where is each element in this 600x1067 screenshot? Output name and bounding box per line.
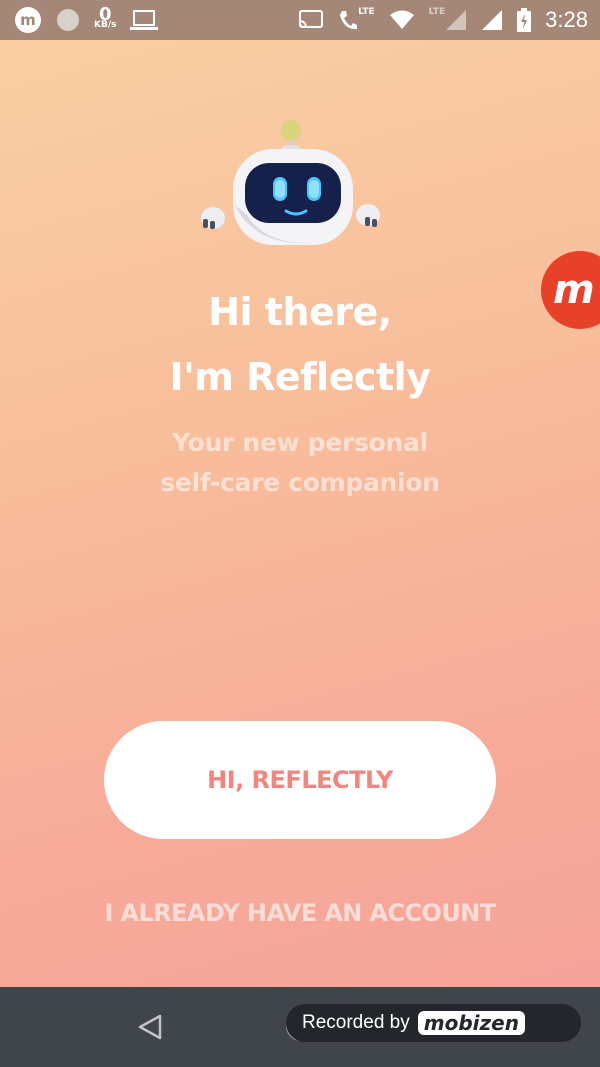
cast-icon (298, 9, 324, 31)
notification-dot-icon (56, 8, 80, 32)
network-speed-unit: KB/s (94, 20, 117, 30)
existing-account-link[interactable]: I ALREADY HAVE AN ACCOUNT (0, 899, 600, 927)
status-right: LTE LTE 3:28 (298, 7, 588, 33)
mobizen-floating-glyph: m (553, 267, 595, 313)
mobizen-logo: mobizen (417, 1011, 525, 1035)
battery-charging-icon (517, 8, 532, 32)
wifi-icon (389, 10, 415, 30)
call-lte-icon: LTE (338, 7, 375, 31)
svg-text:m: m (20, 11, 36, 29)
lte-label-2: LTE (428, 7, 446, 17)
recorded-by-badge: Recorded by mobizen (286, 1004, 581, 1042)
hero-subtitle-line2: self-care companion (160, 468, 440, 497)
network-speed-value: 0 (98, 4, 112, 25)
recorded-by-label: Recorded by (302, 1012, 410, 1033)
status-left: m 0 KB/s (14, 4, 159, 34)
status-bar: m 0 KB/s LTE LTE 3:28 (0, 0, 600, 40)
clock: 3:28 (545, 7, 588, 32)
hero-subtitle-line1: Your new personal (172, 428, 428, 457)
signal-lte-icon: LTE (428, 7, 468, 31)
hero-title-line1: Hi there, (208, 290, 392, 334)
lte-label-1: LTE (358, 7, 375, 17)
hi-reflectly-button[interactable]: HI, REFLECTLY (104, 721, 496, 839)
laptop-icon (130, 9, 159, 31)
hero-title-line2: I'm Reflectly (169, 355, 431, 399)
navigation-bar: Recorded by mobizen (0, 987, 600, 1067)
reflectly-robot-icon (195, 115, 390, 255)
back-icon[interactable] (136, 1013, 164, 1045)
mobizen-app-icon: m (14, 6, 42, 34)
signal-icon (481, 9, 503, 31)
network-speed: 0 KB/s (94, 4, 117, 31)
